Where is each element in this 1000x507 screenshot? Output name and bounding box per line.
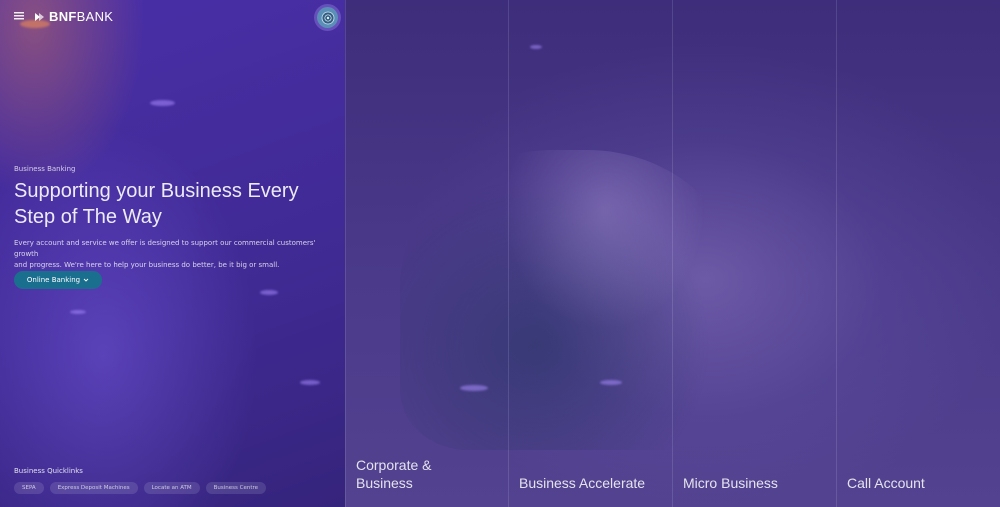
flag-seal-icon [321, 11, 334, 24]
business-quicklinks: Business Quicklinks SEPA Express Deposit… [14, 467, 267, 494]
hamburger-menu-icon[interactable] [14, 12, 24, 20]
hero-description: Every account and service we offer is de… [14, 238, 334, 271]
panel-micro-business[interactable]: Micro Business [683, 474, 778, 492]
quicklink-business-centre[interactable]: Business Centre [205, 482, 267, 494]
quicklinks-title: Business Quicklinks [14, 467, 83, 475]
brand-name: BNFBANK [49, 9, 114, 24]
online-banking-button[interactable]: Online Banking [14, 271, 102, 289]
light-particle [260, 290, 278, 295]
panel-label-line: Business Accelerate [519, 475, 646, 491]
language-selector-button[interactable] [317, 7, 338, 28]
column-divider [345, 0, 346, 507]
panel-label-line: Business [356, 475, 413, 491]
online-banking-label: Online Banking [26, 276, 81, 284]
page-title-line: Step of The Way [14, 206, 162, 228]
quicklink-sepa[interactable]: SEPA [14, 482, 44, 494]
hero-section: Business Banking Supporting your Busines… [14, 165, 334, 289]
column-divider [672, 0, 673, 507]
page-title: Supporting your Business Every Step of T… [14, 178, 334, 230]
quicklinks-list: SEPA Express Deposit Machines Locate an … [14, 482, 267, 494]
light-particle [300, 380, 320, 385]
panel-call-account[interactable]: Call Account [847, 474, 925, 492]
light-particle [70, 310, 86, 314]
panel-business-accelerate[interactable]: Business Accelerate [519, 474, 645, 492]
column-divider [836, 0, 837, 507]
light-particle [600, 380, 622, 385]
page-title-line: Supporting your Business Every [14, 180, 299, 202]
chevron-down-icon [83, 278, 89, 282]
brand-logo[interactable]: BNFBANK [34, 9, 113, 24]
bnf-logo-icon [35, 12, 44, 21]
hero-description-line: Every account and service we offer is de… [14, 239, 316, 258]
panel-label-line: Corporate & [356, 457, 432, 473]
businessman-photo [400, 150, 740, 450]
panel-label-line: Micro Business [683, 475, 778, 491]
light-particle [460, 385, 488, 391]
top-header: BNFBANK [0, 0, 1000, 34]
light-particle [150, 100, 175, 106]
hero-description-line: and progress. We're here to help your bu… [14, 261, 280, 269]
column-divider [508, 0, 509, 507]
quicklink-locate-atm[interactable]: Locate an ATM [143, 482, 200, 494]
quicklink-express-deposit-machines[interactable]: Express Deposit Machines [49, 482, 138, 494]
section-eyebrow: Business Banking [14, 165, 76, 173]
panel-corporate-business[interactable]: Corporate & Business [356, 456, 431, 492]
light-particle [530, 45, 542, 49]
panel-label-line: Call Account [847, 475, 925, 491]
